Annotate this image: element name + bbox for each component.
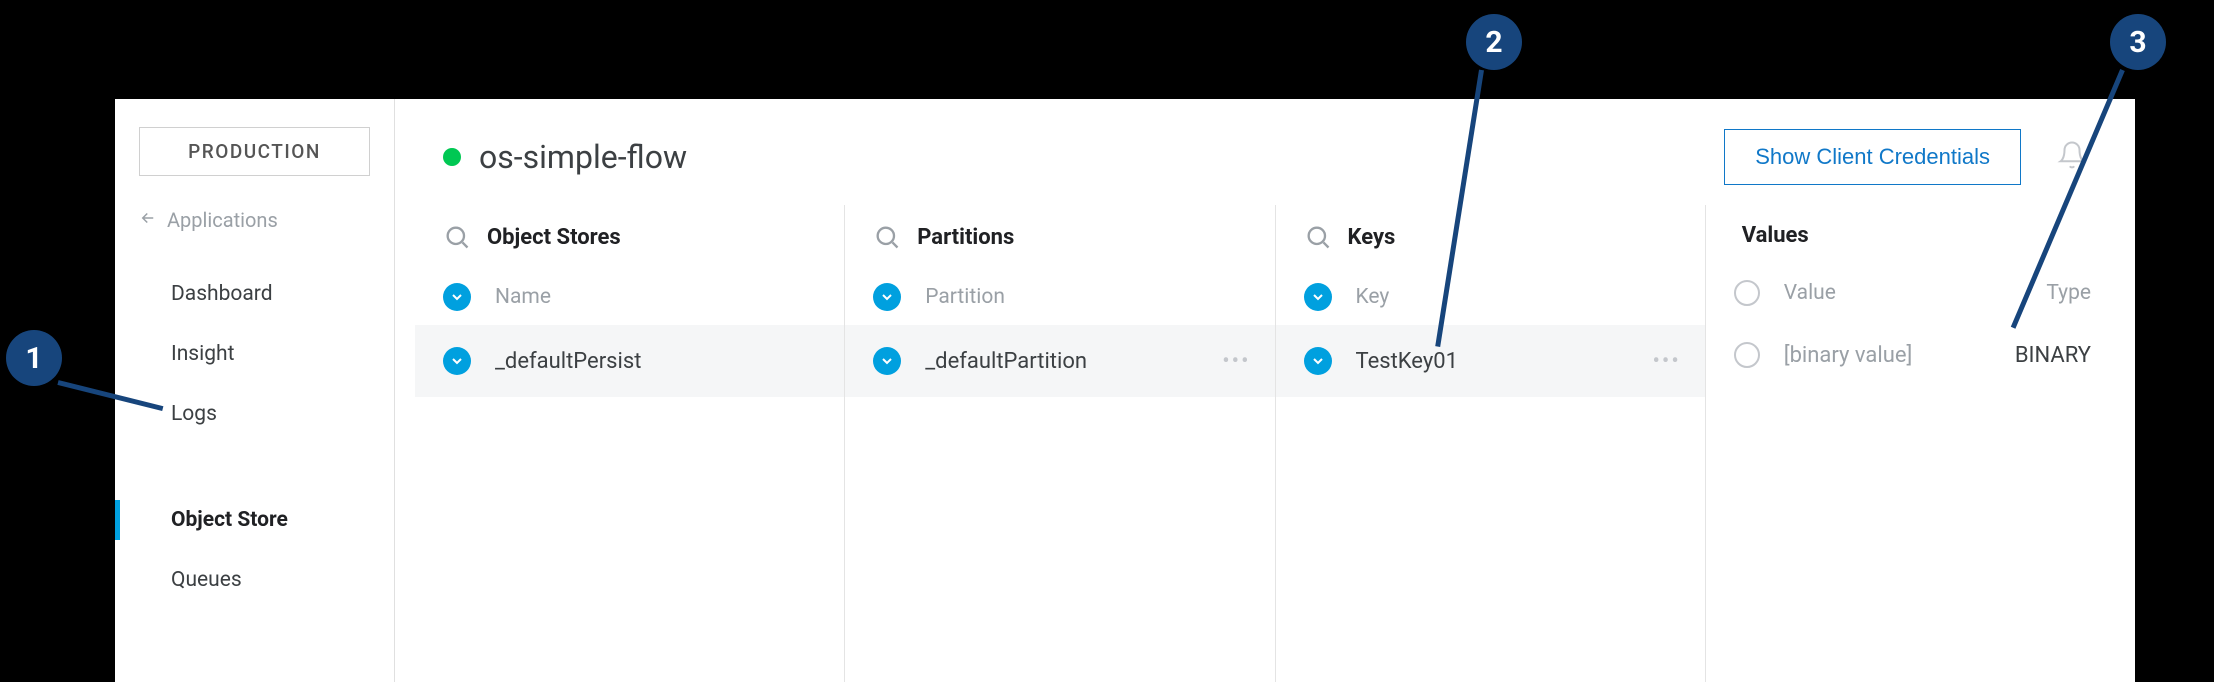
column-subheader-keys[interactable]: Key	[1276, 269, 1705, 325]
nav-group-top: Dashboard Insight Logs	[115, 256, 394, 462]
column-partitions: Partitions Partition _defaultPartition •…	[844, 205, 1274, 682]
show-client-credentials-button[interactable]: Show Client Credentials	[1724, 129, 2021, 185]
callout-badge-2: 2	[1466, 14, 1522, 70]
sidebar: PRODUCTION Applications Dashboard Insigh…	[115, 99, 395, 682]
app-title: os-simple-flow	[479, 138, 1724, 176]
page-header: os-simple-flow Show Client Credentials	[395, 99, 2135, 205]
column-header-partitions: Partitions	[845, 205, 1274, 269]
back-to-applications-link[interactable]: Applications	[115, 208, 394, 256]
nav-item-logs[interactable]: Logs	[115, 384, 394, 444]
column-keys: Keys Key TestKey01 •••	[1275, 205, 1705, 682]
search-icon[interactable]	[443, 223, 471, 251]
nav-item-object-store[interactable]: Object Store	[115, 490, 394, 550]
column-title: Keys	[1348, 225, 1396, 250]
column-values: Values Value Type [binary value] BINARY	[1705, 205, 2135, 682]
nav-item-insight[interactable]: Insight	[115, 324, 394, 384]
arrow-left-icon	[139, 208, 157, 232]
column-title: Partitions	[917, 225, 1014, 250]
column-title: Object Stores	[487, 225, 621, 250]
column-header-values: Values	[1706, 205, 2135, 266]
expand-toggle-icon[interactable]	[873, 283, 901, 311]
column-subheader-label: Partition	[925, 285, 1250, 309]
column-subheader-values: Value Type	[1706, 266, 2135, 320]
object-store-row[interactable]: _defaultPersist	[415, 325, 844, 397]
unselected-radio-icon[interactable]	[1734, 342, 1760, 368]
callout-badge-1: 1	[6, 330, 62, 386]
value-content: [binary value]	[1784, 343, 1991, 368]
column-subheader-object-stores[interactable]: Name	[415, 269, 844, 325]
expand-toggle-icon[interactable]	[1304, 283, 1332, 311]
search-icon[interactable]	[1304, 223, 1332, 251]
column-subheader-value-label: Value	[1784, 281, 2023, 305]
main-content: os-simple-flow Show Client Credentials O…	[395, 99, 2135, 682]
nav-group-bottom: Object Store Queues	[115, 462, 394, 618]
back-link-label: Applications	[167, 208, 278, 232]
column-subheader-label: Key	[1356, 285, 1681, 309]
row-toggle-icon[interactable]	[1304, 347, 1332, 375]
column-header-object-stores: Object Stores	[415, 205, 844, 269]
column-object-stores: Object Stores Name _defaultPersist	[415, 205, 844, 682]
more-actions-icon[interactable]: •••	[1222, 349, 1250, 374]
row-toggle-icon[interactable]	[873, 347, 901, 375]
more-actions-icon[interactable]: •••	[1652, 349, 1680, 374]
status-indicator-icon	[443, 148, 461, 166]
column-header-keys: Keys	[1276, 205, 1705, 269]
row-toggle-icon[interactable]	[443, 347, 471, 375]
browser-columns: Object Stores Name _defaultPersist	[395, 205, 2135, 682]
column-subheader-type-label: Type	[2046, 281, 2111, 305]
value-type: BINARY	[2015, 343, 2111, 368]
app-window: PRODUCTION Applications Dashboard Insigh…	[115, 99, 2135, 682]
partition-row[interactable]: _defaultPartition •••	[845, 325, 1274, 397]
key-name: TestKey01	[1356, 349, 1629, 374]
nav-item-queues[interactable]: Queues	[115, 550, 394, 610]
column-subheader-partitions[interactable]: Partition	[845, 269, 1274, 325]
column-subheader-label: Name	[495, 285, 820, 309]
unselected-radio-icon[interactable]	[1734, 280, 1760, 306]
key-row[interactable]: TestKey01 •••	[1276, 325, 1705, 397]
callout-badge-3: 3	[2110, 14, 2166, 70]
search-icon[interactable]	[873, 223, 901, 251]
partition-name: _defaultPartition	[925, 349, 1198, 374]
environment-badge[interactable]: PRODUCTION	[139, 127, 370, 176]
column-title: Values	[1742, 223, 1809, 248]
object-store-name: _defaultPersist	[495, 349, 820, 374]
value-row[interactable]: [binary value] BINARY	[1706, 320, 2135, 390]
nav-item-dashboard[interactable]: Dashboard	[115, 264, 394, 324]
expand-toggle-icon[interactable]	[443, 283, 471, 311]
